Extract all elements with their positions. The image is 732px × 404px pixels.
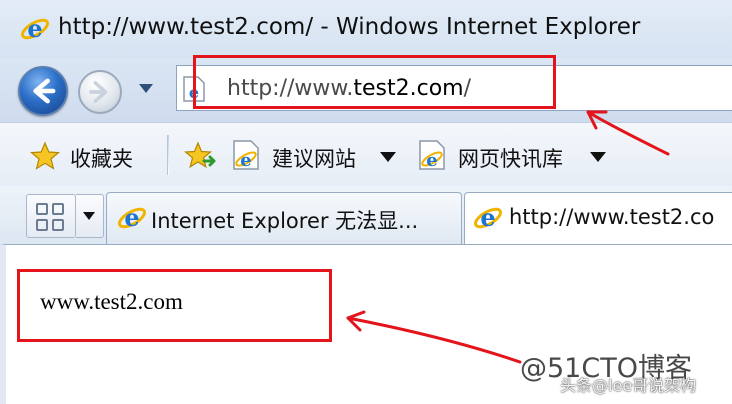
title-bar: e http://www.test2.com/ - Windows Intern… [0, 0, 732, 58]
add-to-favorites-icon[interactable] [184, 141, 218, 171]
content-highlight-box [17, 269, 332, 342]
window-title: http://www.test2.com/ - Windows Internet… [58, 14, 641, 40]
grid-icon [52, 219, 64, 231]
toolbar-separator [167, 135, 169, 175]
ie-logo-icon: e [474, 203, 502, 232]
back-button[interactable] [18, 66, 68, 116]
tab-list-button[interactable] [76, 194, 104, 238]
chevron-down-icon[interactable] [590, 152, 606, 162]
watermark-toutiao: 头条@lee哥说架构 [560, 376, 697, 395]
tab-label: http://www.test2.co [509, 205, 715, 229]
svg-text:e: e [27, 14, 42, 43]
tab-ie-cannot-display[interactable]: e Internet Explorer 无法显... [106, 192, 462, 244]
svg-text:e: e [480, 203, 495, 232]
ie-page-icon: e [419, 140, 445, 171]
svg-text:e: e [124, 203, 139, 232]
tab-test2[interactable]: e http://www.test2.co [464, 192, 732, 244]
quick-tabs-button[interactable] [26, 194, 76, 238]
tab-label: Internet Explorer 无法显... [151, 209, 419, 233]
favorites-link-web-slice-gallery[interactable]: 网页快讯库 [458, 143, 563, 173]
chevron-down-icon [83, 212, 95, 220]
tab-bar: e Internet Explorer 无法显... e http://www.… [0, 186, 732, 244]
forward-button[interactable] [78, 70, 122, 114]
ie-page-icon: e [233, 140, 259, 171]
grid-icon [52, 203, 64, 215]
favorites-bar: 收藏夹 e 建议网站 e 网页快讯库 [0, 122, 732, 186]
grid-icon [36, 219, 48, 231]
chevron-down-icon[interactable] [380, 152, 396, 162]
favorites-link-suggested-sites[interactable]: 建议网站 [272, 143, 356, 173]
forward-arrow-icon [89, 81, 108, 103]
grid-icon [36, 203, 48, 215]
favorites-button[interactable]: 收藏夹 [70, 143, 133, 173]
ie-logo-icon: e [118, 203, 146, 232]
svg-text:e: e [240, 150, 251, 171]
chevron-down-icon[interactable] [138, 82, 154, 96]
ie-logo-icon: e [21, 14, 49, 43]
svg-text:e: e [426, 150, 437, 171]
back-arrow-icon [33, 78, 56, 104]
address-highlight-box [193, 55, 556, 109]
star-icon[interactable] [30, 141, 60, 171]
